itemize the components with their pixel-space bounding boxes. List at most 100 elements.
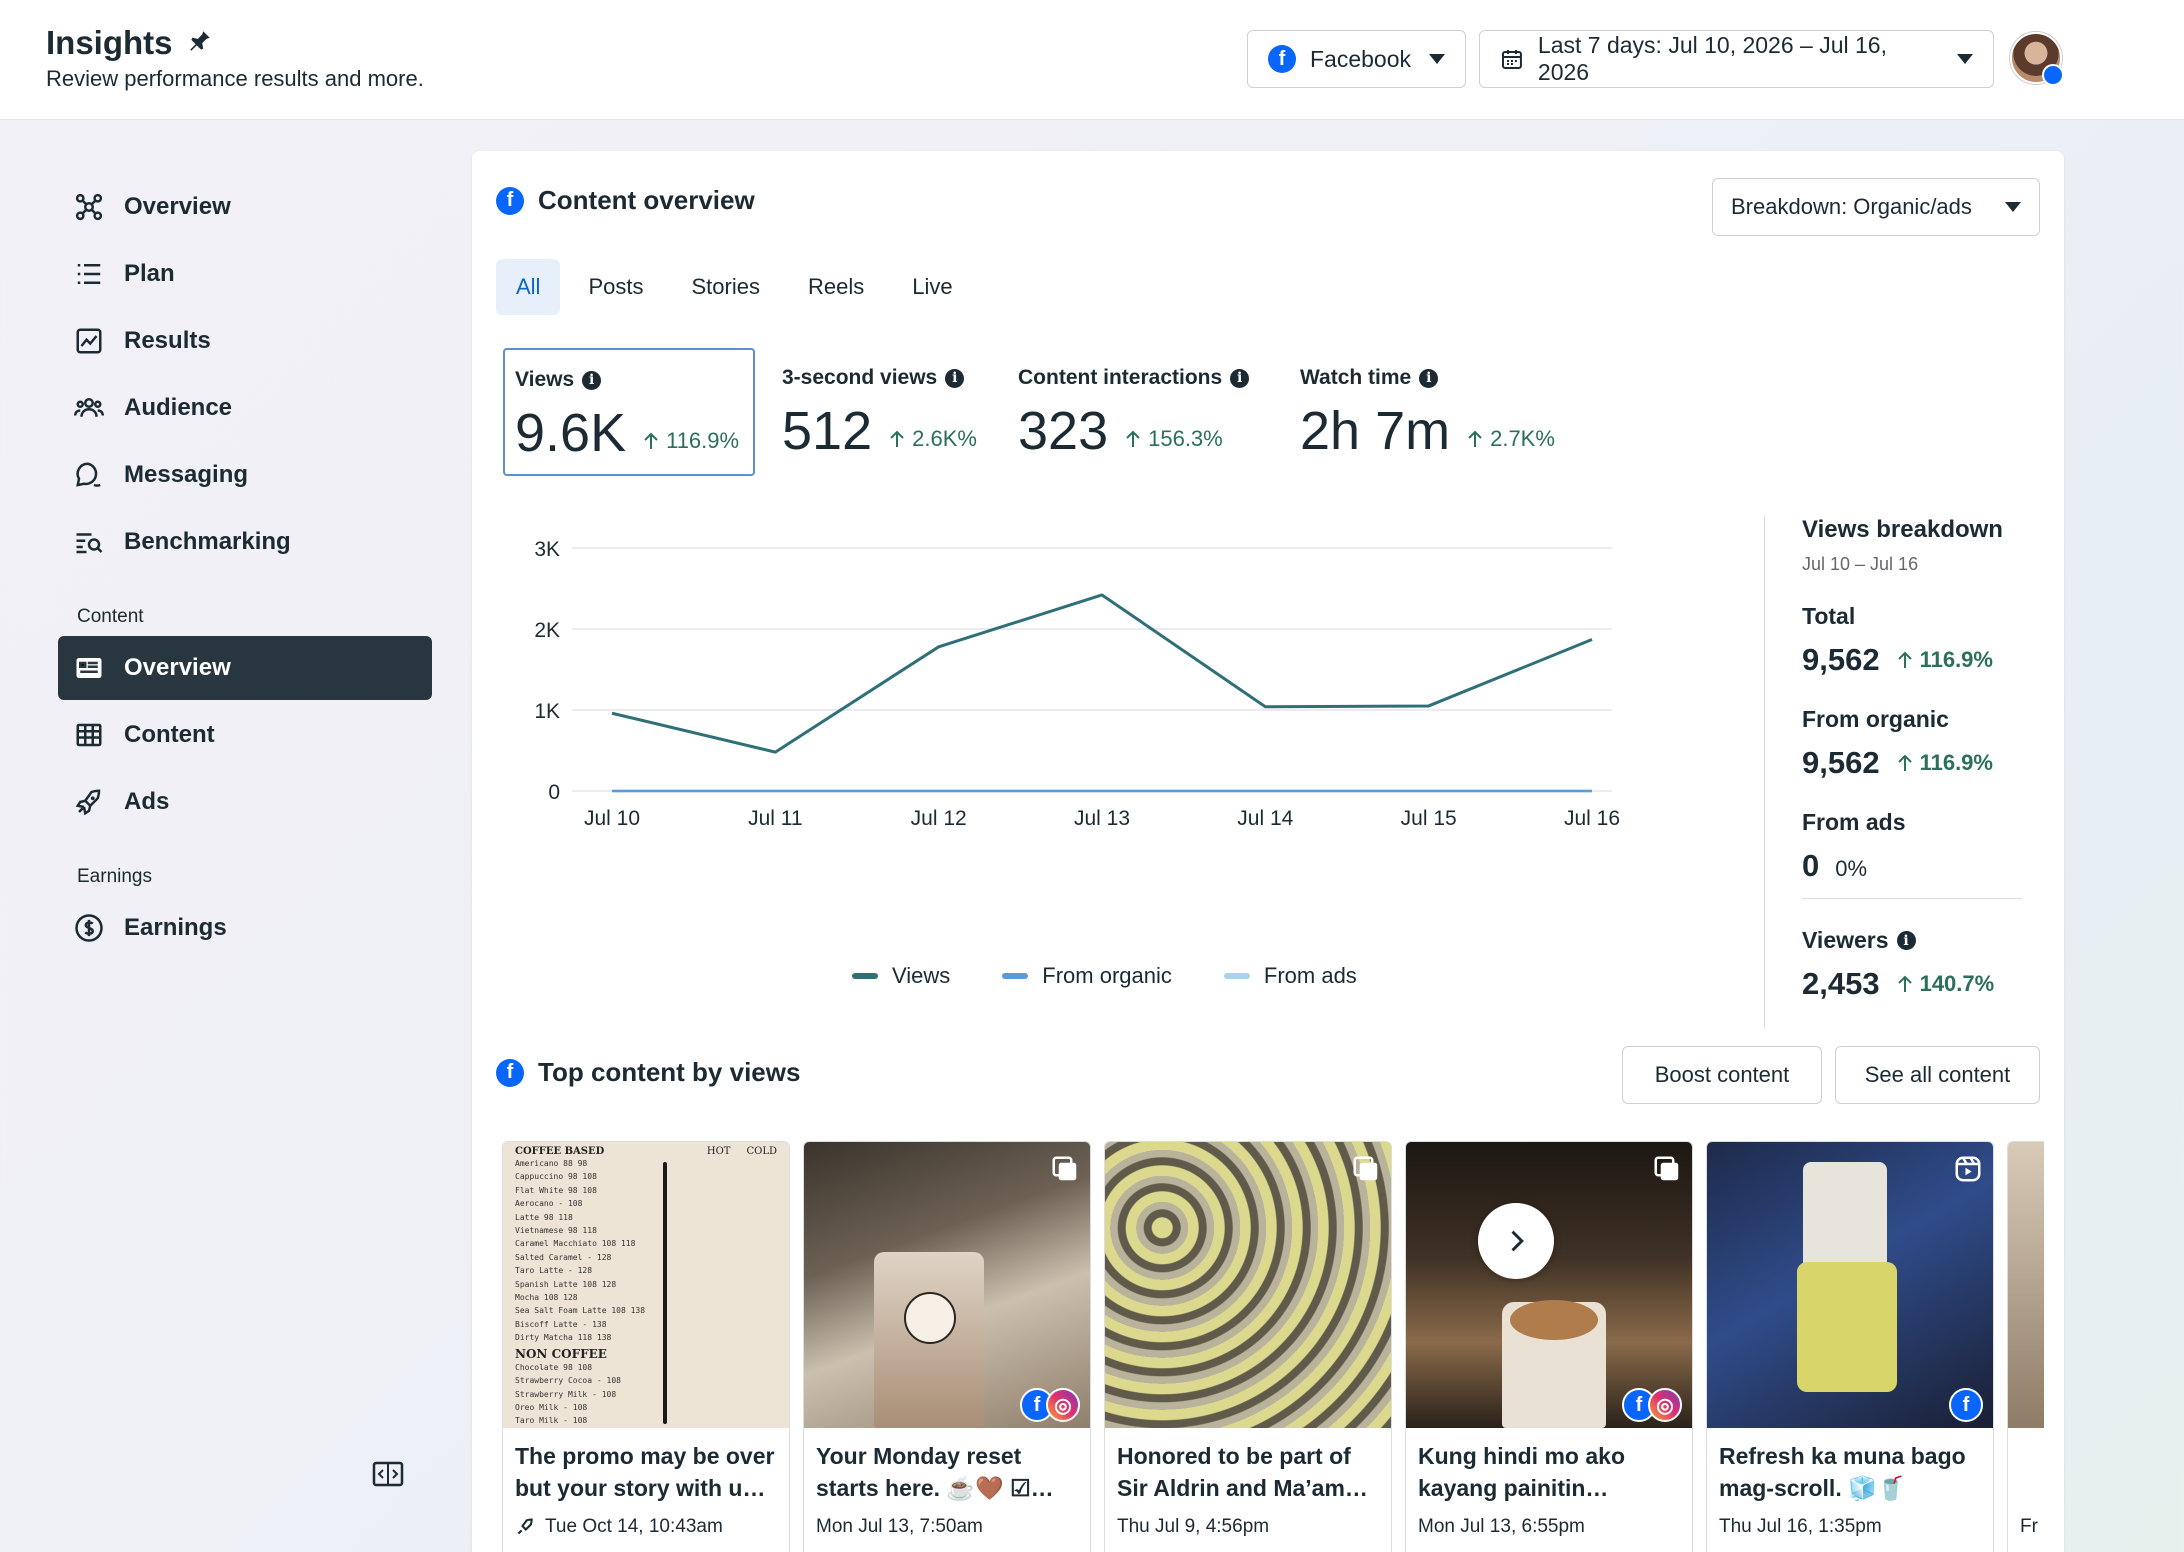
menu-item: Sea Salt Foam Latte 108 138	[515, 1306, 646, 1316]
menu-heading: COFFEE BASED	[515, 1146, 605, 1157]
post-card[interactable]: COFFEE BASED HOT COLD Americano 88 98 Capp…	[502, 1141, 790, 1552]
arrow-up-icon	[644, 432, 658, 449]
sidebar-item-earnings[interactable]: Earnings	[58, 896, 432, 960]
platform-badges: f	[1949, 1388, 1983, 1422]
sidebar-item-ads[interactable]: Ads	[58, 770, 432, 834]
chevron-down-icon	[1957, 54, 1973, 64]
info-icon[interactable]: i	[945, 368, 965, 388]
menu-item: Mocha 108 128	[515, 1293, 578, 1303]
earnings-section-heading: Earnings	[77, 866, 152, 887]
post-title: Your Monday reset starts here. ☕🤎 ☑…	[816, 1443, 1054, 1501]
chat-icon	[76, 462, 101, 487]
ads-label: From ads	[1802, 809, 1906, 835]
post-title: Kung hindi mo ako kayang painitin…	[1418, 1443, 1625, 1501]
legend-swatch	[1223, 973, 1250, 979]
post-date: Mon Jul 13, 6:55pm	[1418, 1516, 1585, 1538]
info-icon[interactable]: i	[582, 370, 602, 390]
tab-stories[interactable]: Stories	[671, 259, 779, 315]
tab-all[interactable]: All	[496, 259, 561, 315]
series-line-views	[611, 593, 1593, 754]
sidebar-item-content-overview[interactable]: Overview	[58, 636, 432, 700]
sidebar-item-audience[interactable]: Audience	[58, 376, 432, 440]
metric-label-text: Views	[515, 368, 575, 391]
post-card[interactable]: Fr	[2007, 1141, 2044, 1552]
organic-delta-text: 116.9%	[1919, 750, 1993, 775]
carousel-next-button[interactable]	[1478, 1203, 1554, 1279]
dollar-icon	[75, 914, 103, 942]
boost-content-button[interactable]: Boost content	[1622, 1046, 1822, 1104]
legend-item-views[interactable]: Views	[852, 963, 950, 989]
metric-content-interactions[interactable]: Content interactions i 323 156.3%	[1008, 348, 1268, 476]
metric-delta-text: 116.9%	[666, 428, 740, 453]
pin-icon[interactable]	[187, 24, 213, 62]
viewers-label: Viewers i	[1802, 927, 2022, 954]
post-date: Thu Jul 16, 1:35pm	[1719, 1516, 1882, 1538]
post-date-text: Fr	[2020, 1516, 2038, 1537]
legend-label: Views	[892, 963, 951, 988]
y-tick-label: 0	[548, 781, 560, 804]
arrow-up-icon	[1897, 754, 1912, 771]
ads-value-text: 0	[1802, 848, 1820, 883]
rocket-icon	[75, 789, 101, 816]
content-overview-card: f Content overview Breakdown: Organic/ad…	[472, 151, 2064, 1552]
info-icon[interactable]: i	[1230, 368, 1250, 388]
views-breakdown-title: Views breakdown	[1802, 516, 2003, 543]
sidebar-item-results[interactable]: Results	[58, 309, 432, 373]
top-content-heading: f Top content by views	[496, 1057, 800, 1088]
views-line-chart[interactable]: 0 1K 2K 3K Jul 10 Jul 11 Jul 12 Jul 13 Jul 14 Jul…	[472, 491, 1742, 951]
sidebar-item-label: Overview	[124, 654, 231, 681]
sidebar-item-overview[interactable]: Overview	[58, 175, 432, 239]
metric-label: Watch time i	[1300, 366, 1439, 390]
legend-swatch	[852, 973, 878, 979]
post-thumbnail	[1105, 1142, 1391, 1428]
date-range-dropdown[interactable]: Last 7 days: Jul 10, 2026 – Jul 16, 2026	[1479, 30, 1994, 88]
breakdown-dropdown[interactable]: Breakdown: Organic/ads	[1712, 178, 2040, 236]
table-icon	[76, 723, 102, 747]
tab-reels[interactable]: Reels	[788, 259, 884, 315]
total-value: 9,562 116.9%	[1802, 642, 2022, 678]
tab-posts[interactable]: Posts	[568, 259, 663, 315]
legend-item-organic[interactable]: From organic	[1002, 963, 1172, 989]
metric-label: Content interactions i	[1018, 366, 1250, 390]
post-title: Refresh ka muna bago mag-scroll. 🧊🥤	[1719, 1443, 1966, 1501]
collapse-sidebar-icon[interactable]	[372, 1460, 404, 1488]
photo-post-icon	[1052, 1156, 1077, 1181]
metric-value-text: 9.6K	[515, 403, 627, 463]
metric-3-second-views[interactable]: 3-second views i 512 2.6K%	[772, 348, 1002, 476]
top-bar: Insights Review performance results and …	[0, 0, 2184, 120]
facebook-badge-icon	[2042, 64, 2064, 86]
post-card[interactable]: f Refresh ka muna bago mag-scroll. 🧊🥤 Th…	[1706, 1141, 1994, 1552]
sidebar-item-content[interactable]: Content	[58, 703, 432, 767]
cup-image	[1803, 1162, 1887, 1272]
see-all-content-button[interactable]: See all content	[1835, 1046, 2040, 1104]
reel-icon	[1955, 1156, 1981, 1182]
platform-dropdown[interactable]: f Facebook	[1247, 30, 1466, 88]
latte-art	[1510, 1300, 1598, 1340]
menu-item: Strawberry Cocoa - 108	[515, 1376, 621, 1386]
metric-views[interactable]: Views i 9.6K 116.9%	[503, 348, 755, 476]
legend-item-ads[interactable]: From ads	[1223, 963, 1357, 989]
post-card[interactable]: Honored to be part of Sir Aldrin and Ma’…	[1104, 1141, 1392, 1552]
metric-delta: 116.9%	[642, 428, 739, 454]
metric-watch-time[interactable]: Watch time i 2h 7m 2.7K%	[1290, 348, 1580, 476]
metric-label: Views i	[515, 368, 602, 392]
sidebar-item-messaging[interactable]: Messaging	[58, 443, 432, 507]
sidebar-item-plan[interactable]: Plan	[58, 242, 432, 306]
post-card[interactable]: f ◎ Kung hindi mo ako kayang painitin… Mo…	[1405, 1141, 1693, 1552]
sidebar-item-benchmarking[interactable]: Benchmarking	[58, 510, 432, 574]
metric-delta: 156.3%	[1124, 426, 1223, 452]
menu-col-hot: HOT	[706, 1146, 731, 1157]
ads-delta-text: 0%	[1835, 856, 1868, 881]
info-icon[interactable]: i	[1896, 931, 1916, 950]
menu-item: Latte 98 118	[515, 1212, 573, 1222]
sidebar: Overview Plan Results Audience Messaging…	[58, 175, 432, 963]
post-title: The promo may be over but your story wit…	[515, 1443, 775, 1501]
sidebar-item-label: Earnings	[124, 914, 227, 941]
menu-item: Americano 88 98	[515, 1159, 588, 1168]
tab-live[interactable]: Live	[892, 259, 972, 315]
info-icon[interactable]: i	[1419, 368, 1439, 388]
y-tick-label: 2K	[534, 619, 560, 642]
cup-logo	[904, 1292, 956, 1344]
chart-legend: Views From organic From ads	[852, 963, 1357, 989]
post-card[interactable]: f ◎ Your Monday reset starts here. ☕🤎 ☑… …	[803, 1141, 1091, 1552]
